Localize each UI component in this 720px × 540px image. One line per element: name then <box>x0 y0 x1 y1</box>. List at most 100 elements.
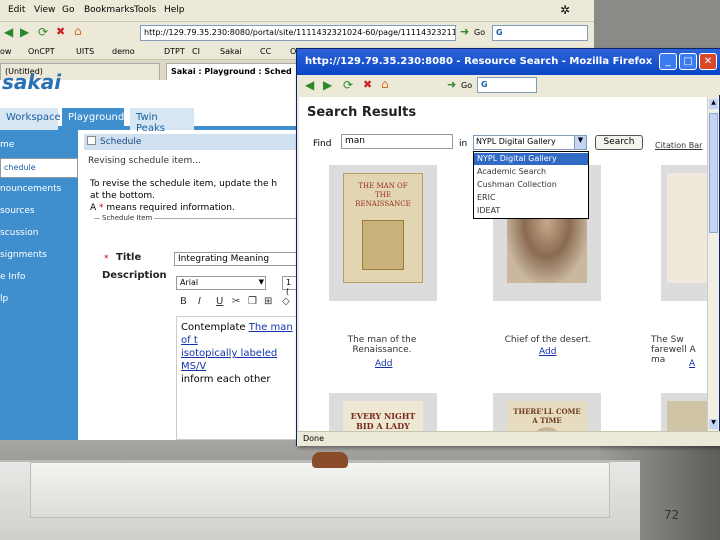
stop-icon[interactable]: ✖ <box>56 25 65 38</box>
url-field[interactable]: http://129.79.35.230:8080/portal/site/11… <box>140 25 456 41</box>
close-icon[interactable]: ✕ <box>699 53 717 70</box>
menu-view[interactable]: View <box>34 5 55 15</box>
site-tab-playground[interactable]: Playground <box>62 108 124 130</box>
nav-item[interactable]: signments <box>0 250 78 260</box>
back-arrow-icon[interactable]: ◀ <box>305 78 314 92</box>
site-tab-twin-peaks[interactable]: Twin Peaks <box>130 108 194 134</box>
slide-number: 72 <box>664 508 680 522</box>
window-title: http://129.79.35.230:8080 - Resource Sea… <box>305 56 653 67</box>
dropdown-option[interactable]: ERIC <box>474 192 588 204</box>
bookmark-item[interactable]: CC <box>260 47 271 56</box>
bookmark-item[interactable]: ow <box>0 47 11 56</box>
maximize-icon[interactable]: □ <box>679 53 697 70</box>
required-star: * <box>104 254 109 264</box>
result-thumbnail[interactable]: THE MAN OF THE RENAISSANCE <box>329 165 437 301</box>
font-select[interactable]: Arial ▼ <box>176 276 266 290</box>
resource-search-window: http://129.79.35.230:8080 - Resource Sea… <box>296 48 720 446</box>
forward-arrow-icon[interactable]: ▶ <box>20 25 29 39</box>
site-tab-workspace[interactable]: Workspace <box>0 108 61 130</box>
sheet-music-image <box>667 173 707 283</box>
search-field[interactable]: G <box>492 25 588 41</box>
go-label[interactable]: Go <box>474 28 485 37</box>
cut-icon[interactable]: ✂ <box>232 296 240 307</box>
underline-icon[interactable]: U <box>216 296 223 307</box>
copy-icon[interactable]: ❐ <box>248 296 257 307</box>
editor-link[interactable]: isotopically labeled MS/V <box>181 348 277 372</box>
nav-item[interactable]: scussion <box>0 228 78 238</box>
result-thumbnail[interactable] <box>661 165 707 301</box>
scroll-thumb[interactable] <box>709 113 718 233</box>
nav-item[interactable]: e Info <box>0 272 78 282</box>
add-link[interactable]: Add <box>375 359 392 369</box>
nav-item[interactable]: me <box>0 140 78 150</box>
sheet-music-title: EVERY NIGHT BID A LADY BUT ME <box>350 411 416 431</box>
bookmark-item[interactable]: CI <box>192 47 200 56</box>
bookmark-item[interactable]: OnCPT <box>28 47 55 56</box>
add-link[interactable]: A <box>689 359 695 369</box>
dog-paws <box>312 452 348 468</box>
menu-go[interactable]: Go <box>62 5 74 15</box>
stop-icon[interactable]: ✖ <box>363 78 372 91</box>
go-label[interactable]: Go <box>461 81 472 90</box>
bookmark-item[interactable]: DTPT <box>164 47 185 56</box>
bookmark-item[interactable]: UITS <box>76 47 94 56</box>
result-thumbnail[interactable]: THERE'LL COME A TIME <box>493 393 601 431</box>
scroll-down-icon[interactable]: ▼ <box>709 419 718 429</box>
bookmark-item[interactable]: demo <box>112 47 135 56</box>
back-arrow-icon[interactable]: ◀ <box>4 25 13 39</box>
home-icon[interactable]: ⌂ <box>381 77 389 91</box>
nav-item[interactable]: sources <box>0 206 78 216</box>
gear-icon[interactable]: ✲ <box>560 3 570 17</box>
window-title-bar[interactable]: http://129.79.35.230:8080 - Resource Sea… <box>297 49 720 75</box>
sheet-music-title: THERE'LL COME A TIME <box>513 407 581 425</box>
sheet-music-image: EVERY NIGHT BID A LADY BUT ME <box>343 401 423 431</box>
bold-icon[interactable]: B <box>180 296 187 307</box>
search-input[interactable]: man <box>341 134 453 149</box>
paste-icon[interactable]: ⊞ <box>264 296 272 307</box>
italic-icon[interactable]: I <box>198 296 201 307</box>
menu-tools[interactable]: Tools <box>134 5 156 15</box>
dropdown-option[interactable]: IDEAT <box>474 205 588 217</box>
go-icon[interactable]: ➜ <box>460 25 469 38</box>
menu-icon[interactable] <box>87 136 96 145</box>
nav-item[interactable]: nouncements <box>0 184 78 194</box>
reload-icon[interactable]: ⟳ <box>343 78 353 92</box>
menu-edit[interactable]: Edit <box>8 5 25 15</box>
nav-item[interactable]: lp <box>0 294 78 304</box>
vertical-scrollbar[interactable]: ▲ ▼ <box>707 97 719 431</box>
result-caption: Chief of the desert. <box>504 335 592 345</box>
menu-bar: Edit View Go Bookmarks Tools Help ✲ <box>0 0 594 22</box>
reload-icon[interactable]: ⟳ <box>38 25 48 39</box>
dropdown-option[interactable]: NYPL Digital Gallery <box>474 153 588 165</box>
sheet-music-image: THERE'LL COME A TIME <box>507 401 587 431</box>
title-input[interactable]: Integrating Meaning <box>174 252 300 266</box>
result-thumbnail[interactable]: EVERY NIGHT BID A LADY BUT ME <box>329 393 437 431</box>
minimize-icon[interactable]: _ <box>659 53 677 70</box>
nav-item-schedule[interactable]: chedule <box>0 158 78 178</box>
dropdown-option[interactable]: Academic Search <box>474 166 588 178</box>
forward-arrow-icon[interactable]: ▶ <box>323 78 332 92</box>
menu-help[interactable]: Help <box>164 5 185 15</box>
tool-title: Schedule <box>100 137 142 147</box>
scroll-up-icon[interactable]: ▲ <box>709 99 718 109</box>
menu-bookmarks[interactable]: Bookmarks <box>84 5 134 15</box>
home-icon[interactable]: ⌂ <box>74 24 82 38</box>
citation-link[interactable]: Citation Bar <box>655 141 702 150</box>
search-button[interactable]: Search <box>595 135 643 150</box>
editor-text: Contemplate <box>181 322 246 333</box>
tool-header: Schedule <box>84 134 300 150</box>
dropdown-option[interactable]: Cushman Collection <box>474 179 588 191</box>
result-thumbnail[interactable] <box>661 393 707 431</box>
bookmark-item[interactable]: Sakai <box>220 47 242 56</box>
search-field[interactable]: G <box>477 77 537 93</box>
go-icon[interactable]: ➜ <box>447 78 456 91</box>
add-link[interactable]: Add <box>539 347 556 357</box>
popup-toolbar: ◀ ▶ ⟳ ✖ ⌂ ➜ Go G <box>297 75 720 95</box>
site-tabs: Workspace Playground Twin Peaks <box>0 104 300 134</box>
code-icon[interactable]: ◇ <box>282 296 290 307</box>
find-label: Find <box>313 139 332 149</box>
rich-text-editor[interactable]: Contemplate The man of t isotopically la… <box>176 316 300 440</box>
collection-dropdown: NYPL Digital Gallery Academic Search Cus… <box>473 151 589 219</box>
tab-sakai-playground[interactable]: Sakai : Playground : Sched <box>166 63 300 80</box>
collection-select[interactable]: NYPL Digital Gallery ▼ <box>473 135 587 150</box>
